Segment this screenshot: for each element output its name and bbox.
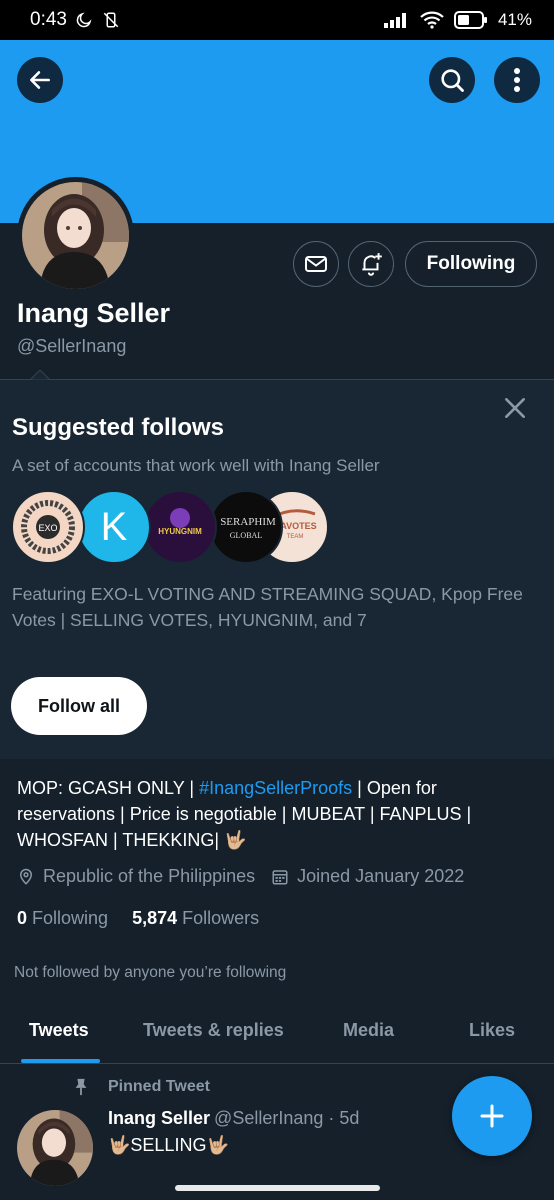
followers-label: Followers [182, 908, 260, 928]
pinned-label: Pinned Tweet [74, 1078, 210, 1096]
calendar-icon [272, 869, 288, 884]
tweet-avatar[interactable] [17, 1110, 93, 1186]
bio-hashtag-link[interactable]: #InangSellerProofs [199, 778, 352, 798]
tweet-header: Inang Seller @SellerInang · 5d [108, 1108, 359, 1129]
pin-icon [75, 1078, 87, 1096]
exol-squad-avatar[interactable]: EXO [11, 490, 85, 564]
back-button[interactable] [17, 57, 63, 103]
not-followed-text: Not followed by anyone you’re following [14, 964, 287, 981]
kpop-free-votes-avatar[interactable]: K [77, 490, 151, 564]
message-button[interactable] [293, 241, 339, 287]
followers-count[interactable]: 5,874 Followers [132, 908, 259, 929]
seraphim-global-avatar[interactable]: SERAPHIM GLOBAL [209, 490, 283, 564]
svg-text:GLOBAL: GLOBAL [230, 531, 263, 540]
location-text: Republic of the Philippines [43, 866, 256, 886]
notifications-button[interactable] [348, 241, 394, 287]
status-left: 0:43 [30, 9, 121, 31]
close-icon[interactable] [502, 395, 528, 421]
svg-text:SERAPHIM: SERAPHIM [220, 516, 276, 528]
svg-text:EXO: EXO [38, 523, 57, 533]
tweet-author-meta: @SellerInang · 5d [214, 1108, 360, 1128]
tab-tweets[interactable]: Tweets [29, 1020, 89, 1041]
vibrate-off-icon [103, 12, 119, 28]
moon-icon [76, 12, 92, 28]
hyungnim-avatar[interactable]: HYUNGNIM [143, 490, 217, 564]
suggested-avatars[interactable]: EXO K HYUNGNIM SERAPHIM GLOBAL GAVOTES TEA… [11, 490, 331, 564]
seraphim-logo-image: SERAPHIM GLOBAL [213, 494, 279, 560]
search-button[interactable] [429, 57, 475, 103]
following-button[interactable]: Following [405, 241, 537, 287]
profile-avatar[interactable] [17, 177, 134, 294]
tab-tweets-replies[interactable]: Tweets & replies [143, 1020, 284, 1041]
following-count[interactable]: 0 Following [17, 908, 108, 929]
svg-text:TEAM: TEAM [287, 534, 304, 540]
following-number: 0 [17, 908, 28, 928]
bell-plus-icon [362, 253, 382, 276]
profile-name: Inang Seller [17, 298, 171, 328]
kpop-k-letter: K [100, 504, 128, 549]
joined-item: Joined January 2022 [271, 866, 464, 887]
panel-pointer [30, 370, 50, 380]
back-arrow-icon [30, 71, 50, 89]
plus-icon [480, 1104, 504, 1128]
exol-logo-image: EXO [15, 494, 81, 560]
profile-tabs: Tweets Tweets & replies Media Likes [0, 1000, 554, 1064]
location-icon [19, 868, 33, 885]
wifi-icon [420, 11, 444, 29]
battery-icon [453, 11, 487, 29]
following-label: Following [32, 908, 109, 928]
tweet-text: 🤟🏼SELLING🤟🏼 [108, 1135, 229, 1155]
signal-icon [383, 13, 406, 28]
tab-likes[interactable]: Likes [469, 1020, 515, 1041]
joined-text: Joined January 2022 [297, 866, 465, 886]
profile-bio: MOP: GCASH ONLY | #InangSellerProofs | O… [17, 775, 537, 853]
suggested-title: Suggested follows [12, 414, 225, 441]
status-right: 41% [383, 10, 532, 30]
status-time: 0:43 [30, 9, 67, 30]
compose-tweet-button[interactable] [452, 1076, 532, 1156]
tweet-avatar-image [17, 1110, 93, 1186]
more-vertical-icon [514, 68, 520, 92]
follow-all-button[interactable]: Follow all [11, 677, 147, 735]
suggested-subtitle: A set of accounts that work well with In… [12, 456, 380, 475]
home-indicator[interactable] [175, 1185, 380, 1191]
bio-text-1: MOP: GCASH ONLY | [17, 778, 200, 798]
battery-percent: 41% [497, 10, 532, 29]
more-options-button[interactable] [494, 57, 540, 103]
status-bar: 0:43 41% [0, 0, 554, 40]
avatar-image [22, 182, 129, 289]
search-icon [441, 69, 464, 92]
profile-meta: Republic of the Philippines Joined Janua… [17, 866, 480, 887]
suggested-featuring: Featuring EXO-L VOTING AND STREAMING SQU… [12, 584, 523, 630]
tweet-author-name[interactable]: Inang Seller [108, 1108, 210, 1128]
svg-text:HYUNGNIM: HYUNGNIM [158, 527, 202, 536]
hyungnim-logo-image: HYUNGNIM [147, 494, 213, 560]
tab-media[interactable]: Media [343, 1020, 394, 1041]
mail-icon [305, 256, 327, 272]
active-tab-indicator [21, 1059, 100, 1063]
location-item: Republic of the Philippines [17, 866, 255, 887]
pinned-tweet-label: Pinned Tweet [108, 1078, 210, 1095]
profile-handle: @SellerInang [17, 336, 127, 356]
followers-number: 5,874 [132, 908, 178, 928]
follow-counts: 0 Following 5,874 Followers [17, 908, 259, 929]
